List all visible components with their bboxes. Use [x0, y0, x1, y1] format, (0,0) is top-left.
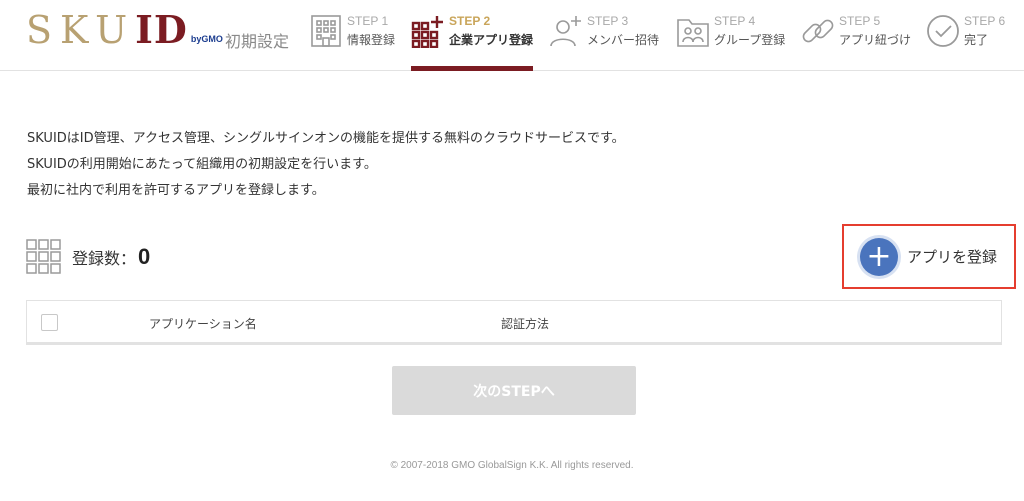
step-number: STEP 3: [587, 14, 629, 28]
step-name: グループ登録: [714, 33, 786, 47]
next-step-button[interactable]: 次のSTEPへ: [392, 366, 636, 415]
check-circle-icon: [927, 15, 959, 47]
step-number: STEP 6: [964, 14, 1006, 28]
count-value: 0: [138, 244, 151, 269]
step-number: STEP 5: [839, 14, 881, 28]
step-name: 企業アプリ登録: [449, 33, 534, 47]
count-label: 登録数：: [72, 249, 137, 268]
building-icon: [311, 15, 341, 47]
column-header-app-name[interactable]: アプリケーション名: [149, 315, 257, 332]
link-icon: [802, 19, 834, 43]
step-name: アプリ紐づけ: [839, 33, 912, 47]
app-table: アプリケーション名 認証方法: [26, 300, 1002, 345]
user-plus-icon: [550, 16, 581, 47]
header: SKU ID byGMO 初期設定 STEP 1 情報登録 STEP 2 企業ア…: [0, 0, 1024, 71]
registered-count: 登録数： 0: [26, 238, 150, 276]
copyright-footer: © 2007-2018 GMO GlobalSign K.K. All righ…: [390, 460, 634, 471]
register-app-label: アプリを登録: [907, 248, 998, 266]
skuid-logo: SKU ID byGMO: [26, 7, 223, 52]
step-3: STEP 3 メンバー招待: [549, 10, 659, 58]
step-1: STEP 1 情報登録: [309, 10, 395, 58]
logo-accent: ID: [135, 7, 188, 52]
description-line: SKUIDはID管理、アクセス管理、シングルサインオンの機能を提供する無料のクラ…: [27, 131, 625, 146]
group-folder-icon: [677, 19, 709, 47]
intro-description: SKUIDはID管理、アクセス管理、シングルサインオンの機能を提供する無料のクラ…: [27, 126, 625, 204]
logo-by: byGMO: [190, 34, 223, 44]
step-4: STEP 4 グループ登録: [676, 10, 785, 58]
description-line: 最初に社内で利用を許可するアプリを登録します。: [27, 183, 325, 198]
step-name: 情報登録: [347, 33, 396, 47]
app-grid-icon: [26, 239, 61, 274]
register-app-button[interactable]: + アプリを登録: [842, 224, 1016, 289]
active-step-indicator: [411, 66, 533, 71]
step-number: STEP 4: [714, 14, 756, 28]
select-all-checkbox[interactable]: [41, 314, 58, 331]
step-number: STEP 1: [347, 14, 389, 28]
step-2: STEP 2 企業アプリ登録: [411, 10, 533, 58]
description-line: SKUIDの利用開始にあたって組織用の初期設定を行います。: [27, 157, 377, 172]
column-header-auth-method[interactable]: 認証方法: [501, 315, 549, 332]
logo-main: SKU: [26, 8, 136, 52]
step-name: 完了: [964, 33, 989, 47]
step-name: メンバー招待: [587, 33, 660, 47]
step-6: STEP 6 完了: [926, 10, 1005, 58]
setup-label: 初期設定: [225, 32, 290, 51]
plus-icon: +: [860, 237, 898, 276]
step-number: STEP 2: [449, 14, 491, 28]
step-5: STEP 5 アプリ紐づけ: [801, 10, 911, 58]
app-grid-plus-icon: [411, 16, 443, 48]
